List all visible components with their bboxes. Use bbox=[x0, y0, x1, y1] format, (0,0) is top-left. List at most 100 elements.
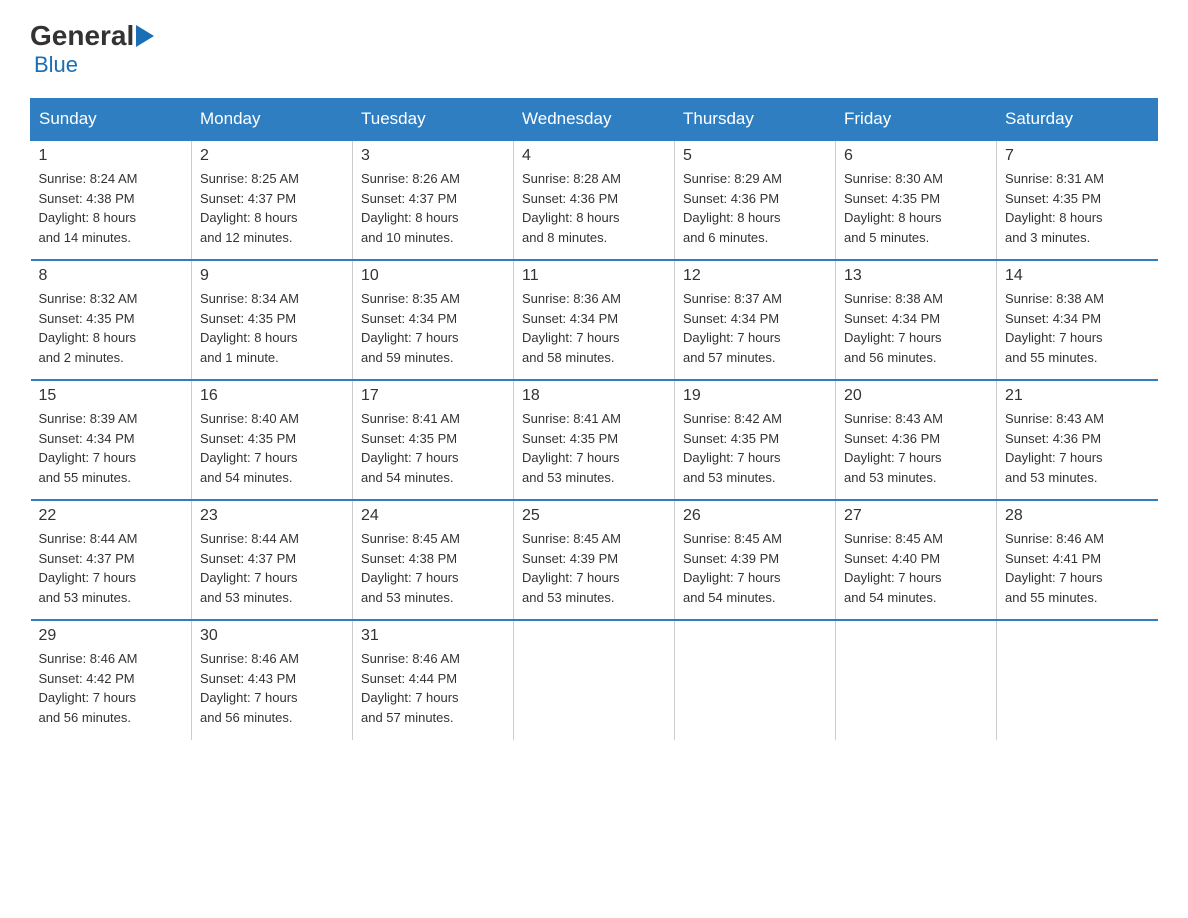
page-header: General Blue bbox=[30, 20, 1158, 78]
calendar-day-cell bbox=[514, 620, 675, 740]
calendar-day-cell: 23Sunrise: 8:44 AMSunset: 4:37 PMDayligh… bbox=[192, 500, 353, 620]
day-number: 14 bbox=[1005, 267, 1150, 285]
calendar-day-cell: 20 Sunrise: 8:43 AMSunset: 4:36 PMDayligh… bbox=[836, 380, 997, 500]
day-number: 12 bbox=[683, 267, 827, 285]
day-info: Sunrise: 8:34 AMSunset: 4:35 PMDaylight:… bbox=[200, 289, 344, 367]
calendar-day-cell: 6Sunrise: 8:30 AMSunset: 4:35 PMDaylight… bbox=[836, 140, 997, 260]
day-number: 26 bbox=[683, 507, 827, 525]
day-number: 16 bbox=[200, 387, 344, 405]
calendar-day-cell: 11 Sunrise: 8:36 AMSunset: 4:34 PMDayligh… bbox=[514, 260, 675, 380]
calendar-day-cell: 21 Sunrise: 8:43 AMSunset: 4:36 PMDayligh… bbox=[997, 380, 1158, 500]
calendar-week-row: 15 Sunrise: 8:39 AMSunset: 4:34 PMDayligh… bbox=[31, 380, 1158, 500]
day-info: Sunrise: 8:32 AMSunset: 4:35 PMDaylight:… bbox=[39, 289, 184, 367]
calendar-day-cell: 25 Sunrise: 8:45 AMSunset: 4:39 PMDayligh… bbox=[514, 500, 675, 620]
day-of-week-header: Sunday bbox=[31, 99, 192, 141]
day-info: Sunrise: 8:46 AMSunset: 4:43 PMDaylight:… bbox=[200, 649, 344, 727]
day-number: 4 bbox=[522, 147, 666, 165]
day-info: Sunrise: 8:45 AMSunset: 4:39 PMDaylight:… bbox=[683, 529, 827, 607]
day-info: Sunrise: 8:44 AMSunset: 4:37 PMDaylight:… bbox=[200, 529, 344, 607]
calendar-day-cell: 24 Sunrise: 8:45 AMSunset: 4:38 PMDayligh… bbox=[353, 500, 514, 620]
calendar-day-cell: 7 Sunrise: 8:31 AMSunset: 4:35 PMDaylight… bbox=[997, 140, 1158, 260]
days-of-week-row: SundayMondayTuesdayWednesdayThursdayFrid… bbox=[31, 99, 1158, 141]
day-info: Sunrise: 8:43 AMSunset: 4:36 PMDaylight:… bbox=[844, 409, 988, 487]
logo-triangle-icon bbox=[136, 25, 154, 47]
calendar-header: SundayMondayTuesdayWednesdayThursdayFrid… bbox=[31, 99, 1158, 141]
day-info: Sunrise: 8:37 AMSunset: 4:34 PMDaylight:… bbox=[683, 289, 827, 367]
day-info: Sunrise: 8:44 AMSunset: 4:37 PMDaylight:… bbox=[39, 529, 184, 607]
logo: General Blue bbox=[30, 20, 156, 78]
day-number: 11 bbox=[522, 267, 666, 285]
day-info: Sunrise: 8:46 AMSunset: 4:41 PMDaylight:… bbox=[1005, 529, 1150, 607]
day-number: 8 bbox=[39, 267, 184, 285]
calendar-day-cell: 8 Sunrise: 8:32 AMSunset: 4:35 PMDaylight… bbox=[31, 260, 192, 380]
day-number: 25 bbox=[522, 507, 666, 525]
day-info: Sunrise: 8:45 AMSunset: 4:39 PMDaylight:… bbox=[522, 529, 666, 607]
calendar-day-cell bbox=[836, 620, 997, 740]
calendar-day-cell: 29Sunrise: 8:46 AMSunset: 4:42 PMDayligh… bbox=[31, 620, 192, 740]
day-info: Sunrise: 8:26 AMSunset: 4:37 PMDaylight:… bbox=[361, 169, 505, 247]
calendar-day-cell: 9 Sunrise: 8:34 AMSunset: 4:35 PMDaylight… bbox=[192, 260, 353, 380]
day-of-week-header: Thursday bbox=[675, 99, 836, 141]
day-info: Sunrise: 8:38 AMSunset: 4:34 PMDaylight:… bbox=[844, 289, 988, 367]
calendar-day-cell: 17Sunrise: 8:41 AMSunset: 4:35 PMDayligh… bbox=[353, 380, 514, 500]
day-number: 27 bbox=[844, 507, 988, 525]
calendar-day-cell: 13 Sunrise: 8:38 AMSunset: 4:34 PMDayligh… bbox=[836, 260, 997, 380]
calendar-day-cell: 1 Sunrise: 8:24 AMSunset: 4:38 PMDaylight… bbox=[31, 140, 192, 260]
calendar-day-cell: 12 Sunrise: 8:37 AMSunset: 4:34 PMDayligh… bbox=[675, 260, 836, 380]
calendar-day-cell: 18Sunrise: 8:41 AMSunset: 4:35 PMDayligh… bbox=[514, 380, 675, 500]
calendar-day-cell: 10Sunrise: 8:35 AMSunset: 4:34 PMDayligh… bbox=[353, 260, 514, 380]
day-info: Sunrise: 8:45 AMSunset: 4:38 PMDaylight:… bbox=[361, 529, 505, 607]
day-number: 19 bbox=[683, 387, 827, 405]
calendar-day-cell: 26 Sunrise: 8:45 AMSunset: 4:39 PMDayligh… bbox=[675, 500, 836, 620]
calendar-week-row: 29Sunrise: 8:46 AMSunset: 4:42 PMDayligh… bbox=[31, 620, 1158, 740]
day-of-week-header: Wednesday bbox=[514, 99, 675, 141]
day-number: 9 bbox=[200, 267, 344, 285]
day-number: 1 bbox=[39, 147, 184, 165]
day-number: 31 bbox=[361, 627, 505, 645]
day-info: Sunrise: 8:39 AMSunset: 4:34 PMDaylight:… bbox=[39, 409, 184, 487]
day-number: 5 bbox=[683, 147, 827, 165]
calendar-day-cell: 22 Sunrise: 8:44 AMSunset: 4:37 PMDayligh… bbox=[31, 500, 192, 620]
calendar-body: 1 Sunrise: 8:24 AMSunset: 4:38 PMDaylight… bbox=[31, 140, 1158, 740]
calendar-week-row: 8 Sunrise: 8:32 AMSunset: 4:35 PMDaylight… bbox=[31, 260, 1158, 380]
calendar-day-cell: 16Sunrise: 8:40 AMSunset: 4:35 PMDayligh… bbox=[192, 380, 353, 500]
calendar-day-cell: 2 Sunrise: 8:25 AMSunset: 4:37 PMDaylight… bbox=[192, 140, 353, 260]
calendar-day-cell: 31 Sunrise: 8:46 AMSunset: 4:44 PMDayligh… bbox=[353, 620, 514, 740]
day-info: Sunrise: 8:36 AMSunset: 4:34 PMDaylight:… bbox=[522, 289, 666, 367]
day-info: Sunrise: 8:43 AMSunset: 4:36 PMDaylight:… bbox=[1005, 409, 1150, 487]
calendar-table: SundayMondayTuesdayWednesdayThursdayFrid… bbox=[30, 98, 1158, 740]
day-of-week-header: Saturday bbox=[997, 99, 1158, 141]
day-number: 6 bbox=[844, 147, 988, 165]
day-number: 20 bbox=[844, 387, 988, 405]
day-info: Sunrise: 8:46 AMSunset: 4:42 PMDaylight:… bbox=[39, 649, 184, 727]
day-number: 24 bbox=[361, 507, 505, 525]
day-number: 2 bbox=[200, 147, 344, 165]
day-info: Sunrise: 8:31 AMSunset: 4:35 PMDaylight:… bbox=[1005, 169, 1150, 247]
day-info: Sunrise: 8:25 AMSunset: 4:37 PMDaylight:… bbox=[200, 169, 344, 247]
day-of-week-header: Monday bbox=[192, 99, 353, 141]
day-info: Sunrise: 8:24 AMSunset: 4:38 PMDaylight:… bbox=[39, 169, 184, 247]
calendar-day-cell bbox=[675, 620, 836, 740]
calendar-day-cell: 27 Sunrise: 8:45 AMSunset: 4:40 PMDayligh… bbox=[836, 500, 997, 620]
calendar-day-cell: 15 Sunrise: 8:39 AMSunset: 4:34 PMDayligh… bbox=[31, 380, 192, 500]
calendar-day-cell bbox=[997, 620, 1158, 740]
day-of-week-header: Tuesday bbox=[353, 99, 514, 141]
day-info: Sunrise: 8:29 AMSunset: 4:36 PMDaylight:… bbox=[683, 169, 827, 247]
day-number: 7 bbox=[1005, 147, 1150, 165]
day-info: Sunrise: 8:45 AMSunset: 4:40 PMDaylight:… bbox=[844, 529, 988, 607]
day-info: Sunrise: 8:41 AMSunset: 4:35 PMDaylight:… bbox=[522, 409, 666, 487]
day-number: 30 bbox=[200, 627, 344, 645]
day-number: 13 bbox=[844, 267, 988, 285]
calendar-day-cell: 30 Sunrise: 8:46 AMSunset: 4:43 PMDayligh… bbox=[192, 620, 353, 740]
calendar-day-cell: 3Sunrise: 8:26 AMSunset: 4:37 PMDaylight… bbox=[353, 140, 514, 260]
day-number: 21 bbox=[1005, 387, 1150, 405]
day-number: 22 bbox=[39, 507, 184, 525]
calendar-day-cell: 4 Sunrise: 8:28 AMSunset: 4:36 PMDaylight… bbox=[514, 140, 675, 260]
calendar-day-cell: 28 Sunrise: 8:46 AMSunset: 4:41 PMDayligh… bbox=[997, 500, 1158, 620]
day-number: 15 bbox=[39, 387, 184, 405]
day-number: 17 bbox=[361, 387, 505, 405]
day-info: Sunrise: 8:28 AMSunset: 4:36 PMDaylight:… bbox=[522, 169, 666, 247]
day-number: 28 bbox=[1005, 507, 1150, 525]
day-of-week-header: Friday bbox=[836, 99, 997, 141]
day-info: Sunrise: 8:46 AMSunset: 4:44 PMDaylight:… bbox=[361, 649, 505, 727]
